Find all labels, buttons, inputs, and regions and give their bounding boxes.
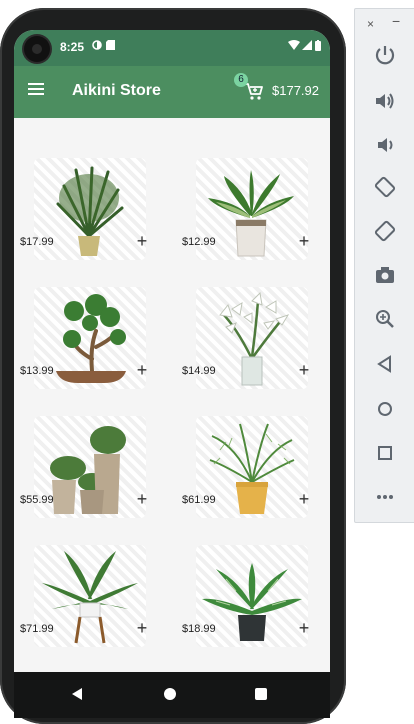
- front-camera-icon: [24, 36, 50, 62]
- product-price: $13.99: [20, 365, 54, 377]
- add-to-cart-button[interactable]: +: [134, 232, 150, 250]
- status-bar: 8:25: [14, 30, 330, 66]
- app-bar: Aikini Store 6 $177.92: [14, 66, 330, 118]
- rotate-right-icon[interactable]: [373, 219, 397, 243]
- battery-icon: [315, 40, 321, 54]
- zoom-icon[interactable]: [373, 307, 397, 331]
- product-price: $12.99: [182, 236, 216, 248]
- add-to-cart-button[interactable]: +: [134, 619, 150, 637]
- status-time: 8:25: [60, 40, 85, 54]
- product-price: $14.99: [182, 365, 216, 377]
- system-nav-bar: [14, 672, 330, 718]
- rotate-left-icon[interactable]: [373, 175, 397, 199]
- product-price: $18.99: [182, 623, 216, 635]
- add-to-cart-button[interactable]: +: [134, 361, 150, 379]
- menu-icon[interactable]: [28, 83, 44, 95]
- app-title: Aikini Store: [72, 82, 161, 99]
- product-grid: $17.99 + $12.99 + $13.99 + $14.99 + $55.…: [14, 118, 330, 672]
- home-icon[interactable]: [373, 397, 397, 421]
- minimize-icon[interactable]: −: [392, 13, 400, 29]
- volume-down-icon[interactable]: [373, 133, 397, 157]
- add-to-cart-button[interactable]: +: [296, 490, 312, 508]
- device-screen: 8:25 Aikini Store 6 $177.92 $17.99 + $12…: [14, 30, 330, 672]
- nav-recents-icon[interactable]: [255, 688, 267, 700]
- signal-icon: [302, 40, 312, 53]
- product-price: $17.99: [20, 236, 54, 248]
- add-to-cart-button[interactable]: +: [296, 361, 312, 379]
- data-saver-icon: [92, 40, 102, 53]
- overview-icon[interactable]: [373, 441, 397, 465]
- cart-total: $177.92: [272, 83, 319, 98]
- sd-card-icon: [106, 40, 115, 53]
- emulator-toolbar-header: × −: [355, 9, 414, 35]
- phone-frame: 8:25 Aikini Store 6 $177.92 $17.99 + $12…: [0, 8, 346, 724]
- volume-up-icon[interactable]: [373, 89, 397, 113]
- more-icon[interactable]: [373, 485, 397, 509]
- product-price: $61.99: [182, 494, 216, 506]
- wifi-icon: [288, 40, 300, 53]
- power-icon[interactable]: [373, 43, 397, 67]
- cart-count-badge: 6: [234, 73, 248, 87]
- nav-home-icon[interactable]: [164, 688, 176, 700]
- add-to-cart-button[interactable]: +: [296, 619, 312, 637]
- back-icon[interactable]: [373, 352, 397, 376]
- add-to-cart-button[interactable]: +: [134, 490, 150, 508]
- emulator-toolbar: × −: [354, 8, 414, 523]
- product-price: $55.99: [20, 494, 54, 506]
- camera-icon[interactable]: [373, 263, 397, 287]
- close-icon[interactable]: ×: [367, 17, 374, 31]
- nav-back-icon[interactable]: [72, 688, 84, 700]
- add-to-cart-button[interactable]: +: [296, 232, 312, 250]
- product-price: $71.99: [20, 623, 54, 635]
